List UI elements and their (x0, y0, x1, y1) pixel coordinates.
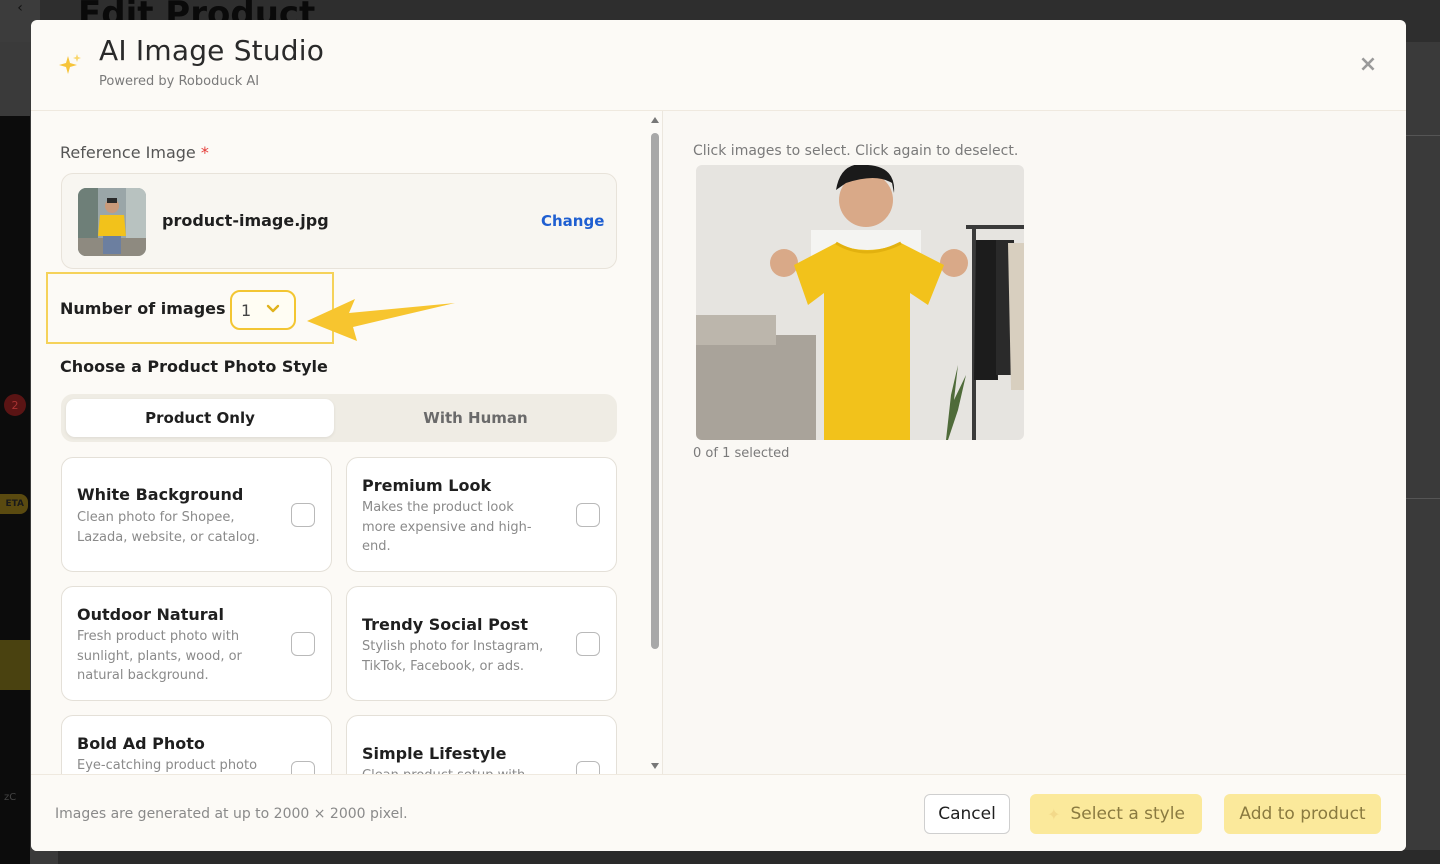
style-card-desc: Makes the product look more expensive an… (362, 500, 532, 554)
style-card-simple-lifestyle[interactable]: Simple Lifestyle Clean product setup wit… (346, 715, 617, 774)
style-card-title: Outdoor Natural (77, 605, 224, 624)
style-card-title: White Background (77, 485, 244, 504)
pointer-arrow-icon (307, 299, 455, 341)
style-card-title: Bold Ad Photo (77, 734, 205, 753)
reference-image-label: Reference Image * (60, 143, 209, 162)
style-card-title: Premium Look (362, 476, 492, 495)
photo-style-label: Choose a Product Photo Style (60, 357, 328, 376)
select-style-button[interactable]: ✦ Select a style (1030, 794, 1202, 834)
modal-header: AI Image Studio Powered by Roboduck AI × (31, 20, 1406, 111)
style-card-white-background[interactable]: White Background Clean photo for Shopee,… (61, 457, 332, 572)
tab-with-human[interactable]: With Human (339, 399, 612, 437)
settings-panel: Reference Image * product-image.jpg Chan… (31, 111, 661, 774)
style-checkbox[interactable] (576, 761, 600, 774)
scrollbar-thumb[interactable] (651, 133, 659, 649)
style-card-desc: Clean product setup with (362, 766, 562, 774)
style-checkbox[interactable] (291, 503, 315, 527)
style-card-title: Trendy Social Post (362, 615, 528, 634)
add-to-product-button[interactable]: Add to product (1224, 794, 1381, 834)
scroll-up-icon[interactable] (651, 117, 659, 123)
style-card-desc: Fresh product photo with sunlight, plant… (77, 629, 242, 683)
background-divider (1406, 135, 1440, 136)
selected-count: 0 of 1 selected (693, 446, 790, 461)
change-image-link[interactable]: Change (541, 212, 604, 230)
background-badge: 2 (4, 394, 26, 416)
selection-hint: Click images to select. Click again to d… (693, 143, 1019, 159)
modal-subtitle: Powered by Roboduck AI (99, 74, 260, 89)
reference-thumbnail (78, 188, 146, 256)
reference-image-card: product-image.jpg Change (61, 173, 617, 269)
select-style-label: Select a style (1070, 804, 1185, 824)
modal-footer: Images are generated at up to 2000 × 200… (31, 774, 1406, 851)
style-checkbox[interactable] (291, 632, 315, 656)
reference-filename: product-image.jpg (162, 211, 329, 230)
number-of-images-value: 1 (241, 301, 252, 320)
style-card-trendy-social-post[interactable]: Trendy Social Post Stylish photo for Ins… (346, 586, 617, 701)
style-checkbox[interactable] (576, 503, 600, 527)
scroll-down-icon[interactable] (651, 763, 659, 769)
ai-image-studio-modal: AI Image Studio Powered by Roboduck AI ×… (31, 20, 1406, 851)
modal-title: AI Image Studio (99, 34, 325, 67)
sparkle-icon (59, 54, 81, 74)
settings-scrollbar[interactable] (648, 115, 662, 778)
close-icon[interactable]: × (1357, 54, 1379, 76)
style-checkbox[interactable] (291, 761, 315, 774)
tab-product-only[interactable]: Product Only (66, 399, 334, 437)
chevron-down-icon (266, 304, 280, 313)
generated-image[interactable] (696, 165, 1024, 440)
style-card-outdoor-natural[interactable]: Outdoor Natural Fresh product photo with… (61, 586, 332, 701)
style-checkbox[interactable] (576, 632, 600, 656)
number-of-images-label: Number of images (60, 299, 226, 318)
background-bottom-bar (58, 850, 1440, 864)
background-sidebar (0, 116, 30, 864)
style-card-desc: Eye-catching product photo (77, 758, 258, 773)
required-mark: * (200, 143, 209, 162)
cancel-button[interactable]: Cancel (924, 794, 1010, 834)
style-tab-switcher: Product Only With Human (61, 394, 617, 442)
style-card-premium-look[interactable]: Premium Look Makes the product look more… (346, 457, 617, 572)
style-card-bold-ad-photo[interactable]: Bold Ad Photo Eye-catching product photo (61, 715, 332, 774)
background-side-text: zC (4, 792, 17, 803)
background-divider (1406, 498, 1440, 499)
style-card-title: Simple Lifestyle (362, 744, 507, 763)
sparkle-icon: ✦ (1047, 804, 1061, 824)
background-sidebar-highlight (0, 640, 30, 690)
background-beta-tag: ETA (0, 494, 28, 514)
results-panel: Click images to select. Click again to d… (663, 111, 1406, 774)
style-card-desc: Clean photo for Shopee, Lazada, website,… (77, 510, 260, 545)
resolution-note: Images are generated at up to 2000 × 200… (55, 806, 408, 822)
style-card-desc: Stylish photo for Instagram, TikTok, Fac… (362, 639, 544, 674)
number-of-images-select[interactable]: 1 (230, 290, 296, 330)
reference-image-label-text: Reference Image (60, 143, 196, 162)
